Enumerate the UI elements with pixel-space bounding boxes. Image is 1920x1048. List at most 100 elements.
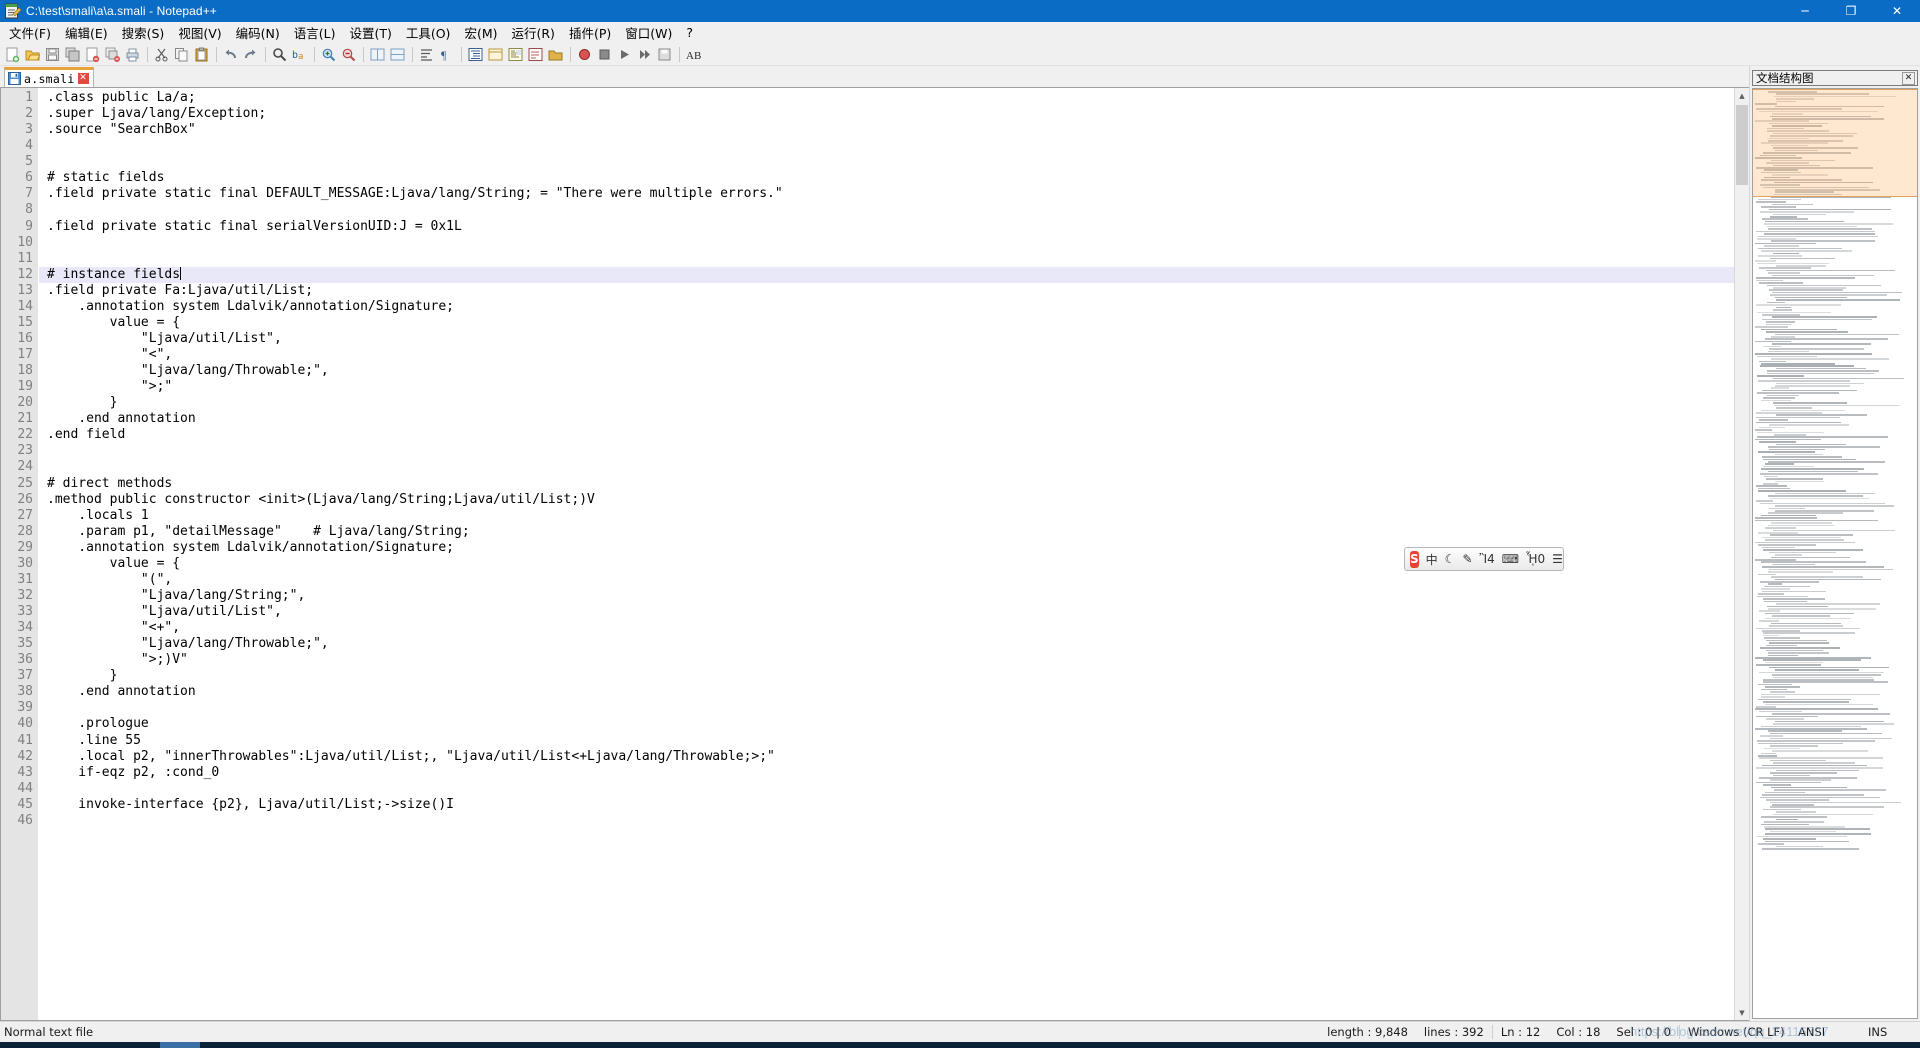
toolbar-button-sync-vertical[interactable] — [368, 45, 387, 64]
document-map-close-icon[interactable]: ✕ — [1902, 72, 1915, 85]
toolbar-button-sync-horizontal[interactable] — [388, 45, 407, 64]
editor-vertical-scrollbar[interactable]: ▲ ▼ — [1734, 88, 1749, 1020]
code-line[interactable]: .locals 1 — [47, 508, 1734, 524]
code-line[interactable]: if-eqz p2, :cond_0 — [47, 765, 1734, 781]
code-line[interactable]: .end annotation — [47, 684, 1734, 700]
code-line[interactable]: "(", — [47, 572, 1734, 588]
toolbar-button-folder-workspace[interactable] — [546, 45, 565, 64]
toolbar-button-close-file[interactable] — [83, 45, 102, 64]
code-line[interactable]: ">;)V" — [47, 652, 1734, 668]
document-map-minimap[interactable] — [1753, 89, 1917, 1018]
code-line[interactable]: .annotation system Ldalvik/annotation/Si… — [47, 299, 1734, 315]
code-line[interactable] — [47, 813, 1734, 829]
toolbar-button-indent-guide[interactable] — [466, 45, 485, 64]
code-line[interactable] — [47, 235, 1734, 251]
toolbar-button-zoom-in[interactable] — [319, 45, 338, 64]
menu-item-2[interactable]: 搜索(S) — [115, 21, 172, 45]
ime-pen-icon[interactable]: ✎ — [1462, 552, 1472, 566]
code-line[interactable]: .prologue — [47, 716, 1734, 732]
sogou-ime-logo-icon[interactable]: S — [1410, 551, 1419, 568]
toolbar-button-stop-macro[interactable] — [595, 45, 614, 64]
close-button[interactable]: ✕ — [1874, 0, 1920, 22]
code-line[interactable] — [47, 459, 1734, 475]
toolbar-button-save-all[interactable] — [63, 45, 82, 64]
toolbar-button-save-macro[interactable] — [655, 45, 674, 64]
maximize-button[interactable]: ❐ — [1828, 0, 1874, 22]
code-line[interactable]: # instance fields — [39, 267, 1734, 283]
toolbar-button-open-file[interactable] — [23, 45, 42, 64]
code-line[interactable]: "Ljava/lang/Throwable;", — [47, 636, 1734, 652]
toolbar-button-show-all-chars[interactable]: ¶ — [437, 45, 456, 64]
ime-language-bar[interactable]: S 中☾✎Ἲ4⌨ᾟ0☰ — [1404, 547, 1564, 571]
scrollbar-track[interactable] — [1735, 103, 1749, 1005]
ime-keyboard-icon[interactable]: ⌨ — [1502, 552, 1519, 566]
ime-microphone-icon[interactable]: Ἲ4 — [1480, 552, 1495, 566]
code-line[interactable]: # direct methods — [47, 476, 1734, 492]
code-line[interactable] — [47, 251, 1734, 267]
toolbar-button-spellcheck[interactable]: ABC — [684, 45, 703, 64]
toolbar-button-zoom-out[interactable] — [339, 45, 358, 64]
menu-item-5[interactable]: 语言(L) — [287, 21, 343, 45]
toolbar-button-find[interactable] — [270, 45, 289, 64]
toolbar-button-document-map[interactable] — [506, 45, 525, 64]
ime-toolbox-icon[interactable]: ᾟ0 — [1526, 552, 1545, 566]
toolbar-button-redo[interactable] — [241, 45, 260, 64]
code-line[interactable]: .field private static final DEFAULT_MESS… — [47, 186, 1734, 202]
code-line[interactable]: .end field — [47, 427, 1734, 443]
code-line[interactable]: .end annotation — [47, 411, 1734, 427]
toolbar-button-undo[interactable] — [221, 45, 240, 64]
menu-item-1[interactable]: 编辑(E) — [58, 21, 115, 45]
toolbar-button-word-wrap[interactable] — [417, 45, 436, 64]
menu-item-8[interactable]: 宏(M) — [457, 21, 504, 45]
toolbar-button-play-macro[interactable] — [615, 45, 634, 64]
toolbar-button-copy[interactable] — [172, 45, 191, 64]
document-map-body[interactable] — [1752, 88, 1918, 1019]
scroll-down-arrow-icon[interactable]: ▼ — [1735, 1005, 1749, 1020]
tab-a-smali[interactable]: a.smali ✕ — [4, 67, 94, 87]
toolbar-button-print[interactable] — [123, 45, 142, 64]
code-line[interactable]: "<", — [47, 347, 1734, 363]
code-line[interactable]: } — [47, 668, 1734, 684]
toolbar-button-save[interactable] — [43, 45, 62, 64]
code-line[interactable] — [47, 138, 1734, 154]
code-line[interactable]: # static fields — [47, 170, 1734, 186]
toolbar-button-new-file[interactable] — [3, 45, 22, 64]
taskbar-active-item[interactable] — [160, 1042, 200, 1048]
menu-item-7[interactable]: 工具(O) — [399, 21, 458, 45]
menu-item-3[interactable]: 视图(V) — [171, 21, 228, 45]
ime-menu-icon[interactable]: ☰ — [1552, 552, 1563, 566]
code-line[interactable]: "Ljava/lang/Throwable;", — [47, 363, 1734, 379]
toolbar-button-record-macro[interactable] — [575, 45, 594, 64]
menu-item-6[interactable]: 设置(T) — [342, 21, 398, 45]
code-line[interactable] — [47, 700, 1734, 716]
scrollbar-thumb[interactable] — [1736, 105, 1748, 185]
code-line[interactable]: .super Ljava/lang/Exception; — [47, 106, 1734, 122]
code-line[interactable]: .line 55 — [47, 733, 1734, 749]
menu-item-11[interactable]: 窗口(W) — [618, 21, 679, 45]
code-line[interactable] — [47, 154, 1734, 170]
document-map-viewport[interactable] — [1753, 89, 1917, 197]
code-line[interactable]: .class public La/a; — [47, 90, 1734, 106]
toolbar-button-user-define-dialog[interactable] — [486, 45, 505, 64]
tab-close-icon[interactable]: ✕ — [78, 73, 89, 84]
code-line[interactable]: "Ljava/lang/String;", — [47, 588, 1734, 604]
menu-item-10[interactable]: 插件(P) — [562, 21, 618, 45]
code-line[interactable]: "<+", — [47, 620, 1734, 636]
code-line[interactable]: "Ljava/util/List", — [47, 331, 1734, 347]
toolbar-button-cut[interactable] — [152, 45, 171, 64]
code-line[interactable]: .method public constructor <init>(Ljava/… — [47, 492, 1734, 508]
menu-item-4[interactable]: 编码(N) — [229, 21, 287, 45]
code-line[interactable]: "Ljava/util/List", — [47, 604, 1734, 620]
code-line[interactable]: .local p2, "innerThrowables":Ljava/util/… — [47, 749, 1734, 765]
ime-language-mode-label[interactable]: 中 — [1426, 551, 1438, 568]
toolbar-button-paste[interactable] — [192, 45, 211, 64]
menu-item-12[interactable]: ? — [679, 23, 700, 43]
minimize-button[interactable]: ─ — [1782, 0, 1828, 22]
code-line[interactable]: .source "SearchBox" — [47, 122, 1734, 138]
toolbar-button-playmany-macro[interactable] — [635, 45, 654, 64]
toolbar-button-replace[interactable]: ba — [290, 45, 309, 64]
code-line[interactable] — [47, 202, 1734, 218]
code-line[interactable]: ">;" — [47, 379, 1734, 395]
code-line[interactable]: } — [47, 395, 1734, 411]
menu-item-0[interactable]: 文件(F) — [2, 21, 58, 45]
